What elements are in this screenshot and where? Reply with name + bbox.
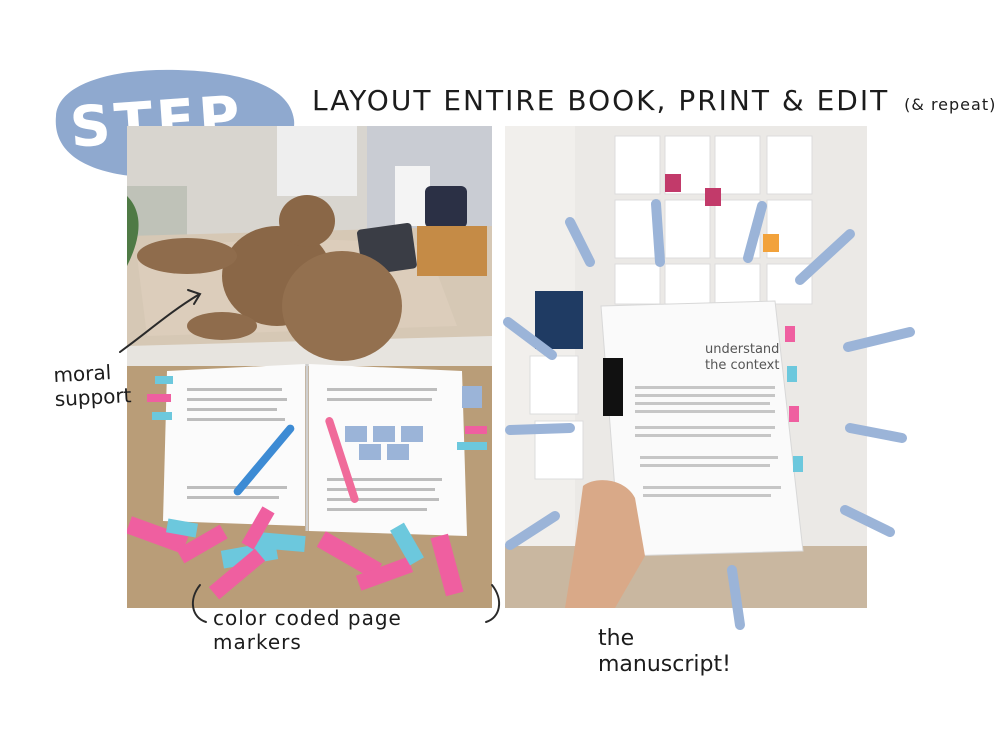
- annotation-moral-support: moral support: [52, 360, 133, 412]
- arrow-to-dog: [119, 294, 199, 353]
- annotation-manuscript: the manuscript!: [598, 626, 731, 677]
- annotation-page-markers: color coded page markers: [213, 606, 402, 654]
- infographic-stage: STEP 5 LAYOUT ENTIRE BOOK, PRINT & EDIT …: [0, 0, 1000, 750]
